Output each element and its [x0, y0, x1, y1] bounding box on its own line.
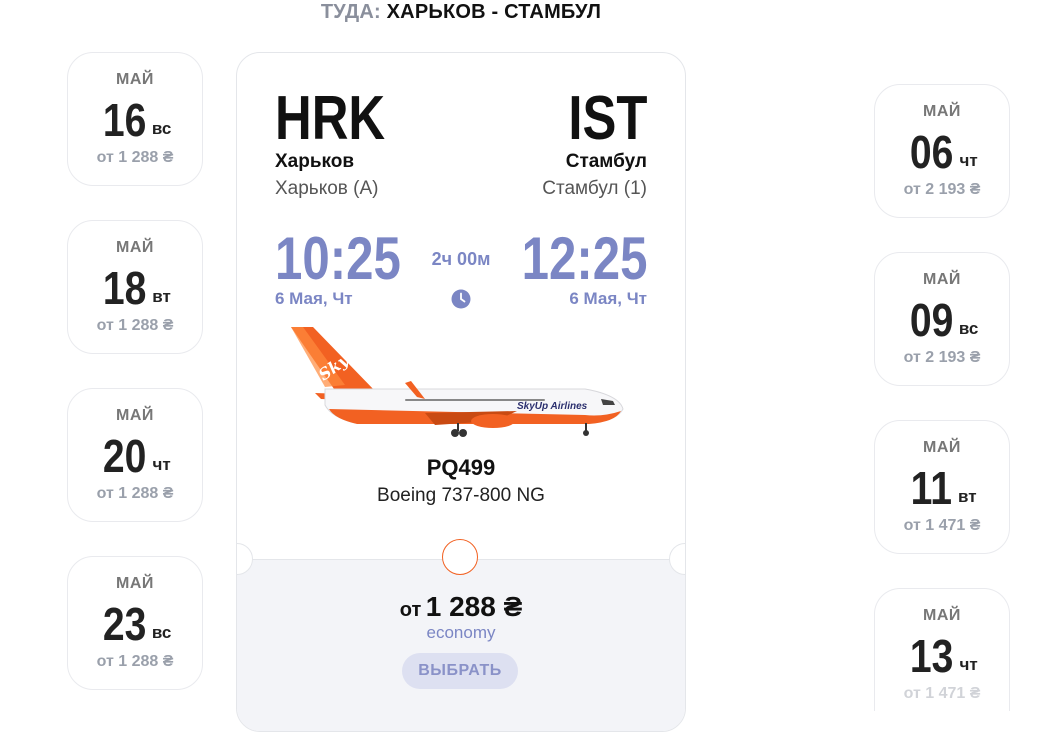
origin-city: Харьков — [275, 151, 355, 172]
fare-price-prefix: от — [399, 599, 422, 621]
date-card-left-1[interactable]: МАЙ 16 вс от 1 288 ₴ — [67, 52, 203, 186]
date-day: 11 — [911, 462, 953, 514]
date-day: 16 — [102, 94, 147, 146]
date-day: 23 — [102, 598, 147, 650]
date-month: МАЙ — [923, 607, 961, 624]
date-weekday: вт — [958, 487, 977, 506]
date-card-left-4[interactable]: МАЙ 23 вс от 1 288 ₴ — [67, 556, 203, 690]
date-day: 18 — [102, 262, 147, 314]
origin-airport: Харьков (A) — [275, 178, 379, 199]
date-price: от 1 288 ₴ — [96, 653, 174, 670]
date-day: 20 — [103, 430, 147, 482]
date-card-right-3[interactable]: МАЙ 11 вт от 1 471 ₴ — [874, 420, 1010, 554]
date-month: МАЙ — [923, 439, 961, 456]
airplane-image: SkyUp SkyUp Airlines — [291, 327, 624, 437]
date-month: МАЙ — [116, 407, 154, 424]
direction-label: ТУДА: — [320, 1, 381, 23]
flight-duration: 2ч 00м — [431, 249, 491, 269]
date-card-right-1[interactable]: МАЙ 06 чт от 2 193 ₴ — [874, 84, 1010, 218]
date-day: 06 — [910, 126, 954, 178]
date-weekday: чт — [152, 455, 171, 474]
date-weekday: вс — [151, 623, 172, 642]
destination-city: Стамбул — [565, 151, 647, 172]
airline-name: SkyUp Airlines — [517, 401, 588, 412]
date-month: МАЙ — [116, 575, 154, 592]
date-card-right-4[interactable]: МАЙ 13 чт от 1 471 ₴ — [874, 588, 1010, 711]
fare-price: от 1 288 ₴ — [237, 591, 685, 623]
date-weekday: чт — [959, 655, 978, 674]
arrival-date: 6 Мая, Чт — [569, 289, 647, 308]
date-price: от 1 471 ₴ — [903, 517, 981, 534]
date-weekday: вс — [151, 119, 172, 138]
origin-code: HRK — [275, 84, 386, 153]
select-button[interactable]: ВЫБРАТЬ — [402, 653, 518, 689]
date-weekday: вс — [958, 319, 979, 338]
date-weekday: вт — [152, 287, 171, 306]
date-price: от 1 288 ₴ — [96, 317, 174, 334]
date-month: МАЙ — [116, 71, 154, 88]
date-price: от 1 288 ₴ — [96, 485, 174, 502]
date-price: от 2 193 ₴ — [903, 181, 981, 198]
date-month: МАЙ — [116, 239, 154, 256]
destination-code: IST — [567, 84, 647, 153]
date-card-left-2[interactable]: МАЙ 18 вт от 1 288 ₴ — [67, 220, 203, 354]
destination-airport: Стамбул (1) — [542, 178, 647, 199]
date-day: 09 — [909, 294, 954, 346]
date-day: 13 — [910, 630, 954, 682]
fare-price-amount: 1 288 ₴ — [425, 591, 523, 622]
date-month: МАЙ — [923, 103, 961, 120]
date-price: от 1 288 ₴ — [96, 149, 174, 166]
fare-section — [237, 559, 685, 731]
departure-date: 6 Мая, Чт — [275, 289, 353, 308]
date-price: от 2 193 ₴ — [903, 349, 981, 366]
flight-card[interactable]: HRK IST Харьков Стамбул Харьков (A) Стам… — [236, 52, 686, 732]
fare-class: economy — [426, 623, 496, 642]
date-price: от 1 471 ₴ — [903, 685, 981, 702]
fare-radio[interactable] — [442, 539, 478, 575]
date-month: МАЙ — [923, 271, 961, 288]
route-name: ХАРЬКОВ - СТАМБУЛ — [386, 1, 602, 23]
route-title: ТУДА: ХАРЬКОВ - СТАМБУЛ — [0, 0, 922, 24]
clock-icon — [451, 289, 471, 309]
flight-number: PQ499 — [426, 455, 496, 480]
aircraft-type: Boeing 737-800 NG — [377, 485, 545, 506]
date-card-left-3[interactable]: МАЙ 20 чт от 1 288 ₴ — [67, 388, 203, 522]
date-card-right-2[interactable]: МАЙ 09 вс от 2 193 ₴ — [874, 252, 1010, 386]
date-weekday: чт — [959, 151, 978, 170]
